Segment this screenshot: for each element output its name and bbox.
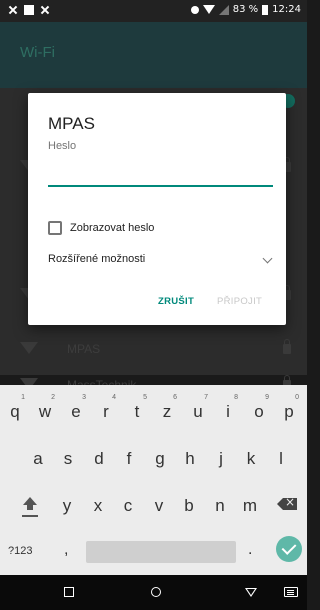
key-o[interactable]: 9o xyxy=(246,391,272,431)
image-icon xyxy=(24,5,34,15)
key-y[interactable]: y xyxy=(54,485,80,525)
navigation-bar xyxy=(0,575,307,610)
symbols-key[interactable]: ?123 xyxy=(8,545,32,557)
advanced-options-label: Rozšířené možnosti xyxy=(48,253,146,265)
chevron-down-icon xyxy=(262,253,273,264)
key-q[interactable]: 1q xyxy=(2,391,28,431)
key-j[interactable]: j xyxy=(208,438,234,478)
shift-icon[interactable] xyxy=(23,497,37,510)
key-f[interactable]: f xyxy=(116,438,142,478)
show-password-row[interactable]: Zobrazovat heslo xyxy=(48,221,154,235)
wifi-icon xyxy=(202,5,215,14)
dnd-icon xyxy=(190,5,199,14)
show-password-checkbox[interactable] xyxy=(48,221,62,235)
period-key[interactable]: . xyxy=(248,541,252,559)
key-s[interactable]: s xyxy=(55,438,81,478)
shift-indicator xyxy=(22,515,38,517)
key-t[interactable]: 5t xyxy=(124,391,150,431)
key-r[interactable]: 4r xyxy=(93,391,119,431)
key-n[interactable]: n xyxy=(207,485,233,525)
key-l[interactable]: l xyxy=(268,438,294,478)
backspace-icon[interactable] xyxy=(277,498,297,510)
key-x[interactable]: x xyxy=(85,485,111,525)
close-notification-icon xyxy=(40,5,50,15)
status-bar: 83 % 12:24 xyxy=(0,0,307,22)
keyboard: 1q 2w 3e 4r 5t 6z 7u 8i 9o 0p a s d f g … xyxy=(0,385,307,575)
key-k[interactable]: k xyxy=(238,438,264,478)
key-a[interactable]: a xyxy=(25,438,51,478)
done-key[interactable] xyxy=(276,536,302,562)
keyboard-switch-icon[interactable] xyxy=(284,587,298,597)
key-e[interactable]: 3e xyxy=(63,391,89,431)
network-name: MPAS xyxy=(67,342,101,356)
password-input[interactable] xyxy=(48,157,273,187)
no-signal-icon xyxy=(218,4,229,15)
key-p[interactable]: 0p xyxy=(276,391,302,431)
home-icon[interactable] xyxy=(151,587,161,597)
app-bar: Wi-Fi xyxy=(0,22,307,88)
key-m[interactable]: m xyxy=(237,485,263,525)
recents-icon[interactable] xyxy=(64,587,74,597)
key-c[interactable]: c xyxy=(115,485,141,525)
wifi-icon xyxy=(20,342,38,354)
page-title: Wi-Fi xyxy=(20,44,55,61)
key-h[interactable]: h xyxy=(177,438,203,478)
battery-icon xyxy=(262,4,269,15)
lock-icon xyxy=(283,339,291,354)
cancel-button[interactable]: ZRUŠIT xyxy=(158,296,194,307)
show-password-label: Zobrazovat heslo xyxy=(70,222,155,234)
key-d[interactable]: d xyxy=(86,438,112,478)
key-z[interactable]: 6z xyxy=(154,391,180,431)
battery-percent: 83 % xyxy=(232,4,259,15)
key-i[interactable]: 8i xyxy=(215,391,241,431)
key-g[interactable]: g xyxy=(147,438,173,478)
back-icon[interactable] xyxy=(245,588,257,597)
wifi-password-dialog: MPAS Heslo Zobrazovat heslo Rozšířené mo… xyxy=(28,93,286,325)
dialog-title: MPAS xyxy=(48,114,95,133)
comma-key[interactable]: , xyxy=(64,541,68,559)
connect-button[interactable]: PŘIPOJIT xyxy=(217,296,262,307)
key-w[interactable]: 2w xyxy=(32,391,58,431)
list-item[interactable]: MPAS xyxy=(0,332,307,368)
password-label: Heslo xyxy=(48,140,77,152)
advanced-options-row[interactable]: Rozšířené možnosti xyxy=(48,253,273,269)
close-notification-icon xyxy=(8,5,18,15)
key-v[interactable]: v xyxy=(146,485,172,525)
clock: 12:24 xyxy=(272,4,301,15)
space-key[interactable] xyxy=(86,541,236,563)
key-u[interactable]: 7u xyxy=(185,391,211,431)
key-b[interactable]: b xyxy=(176,485,202,525)
